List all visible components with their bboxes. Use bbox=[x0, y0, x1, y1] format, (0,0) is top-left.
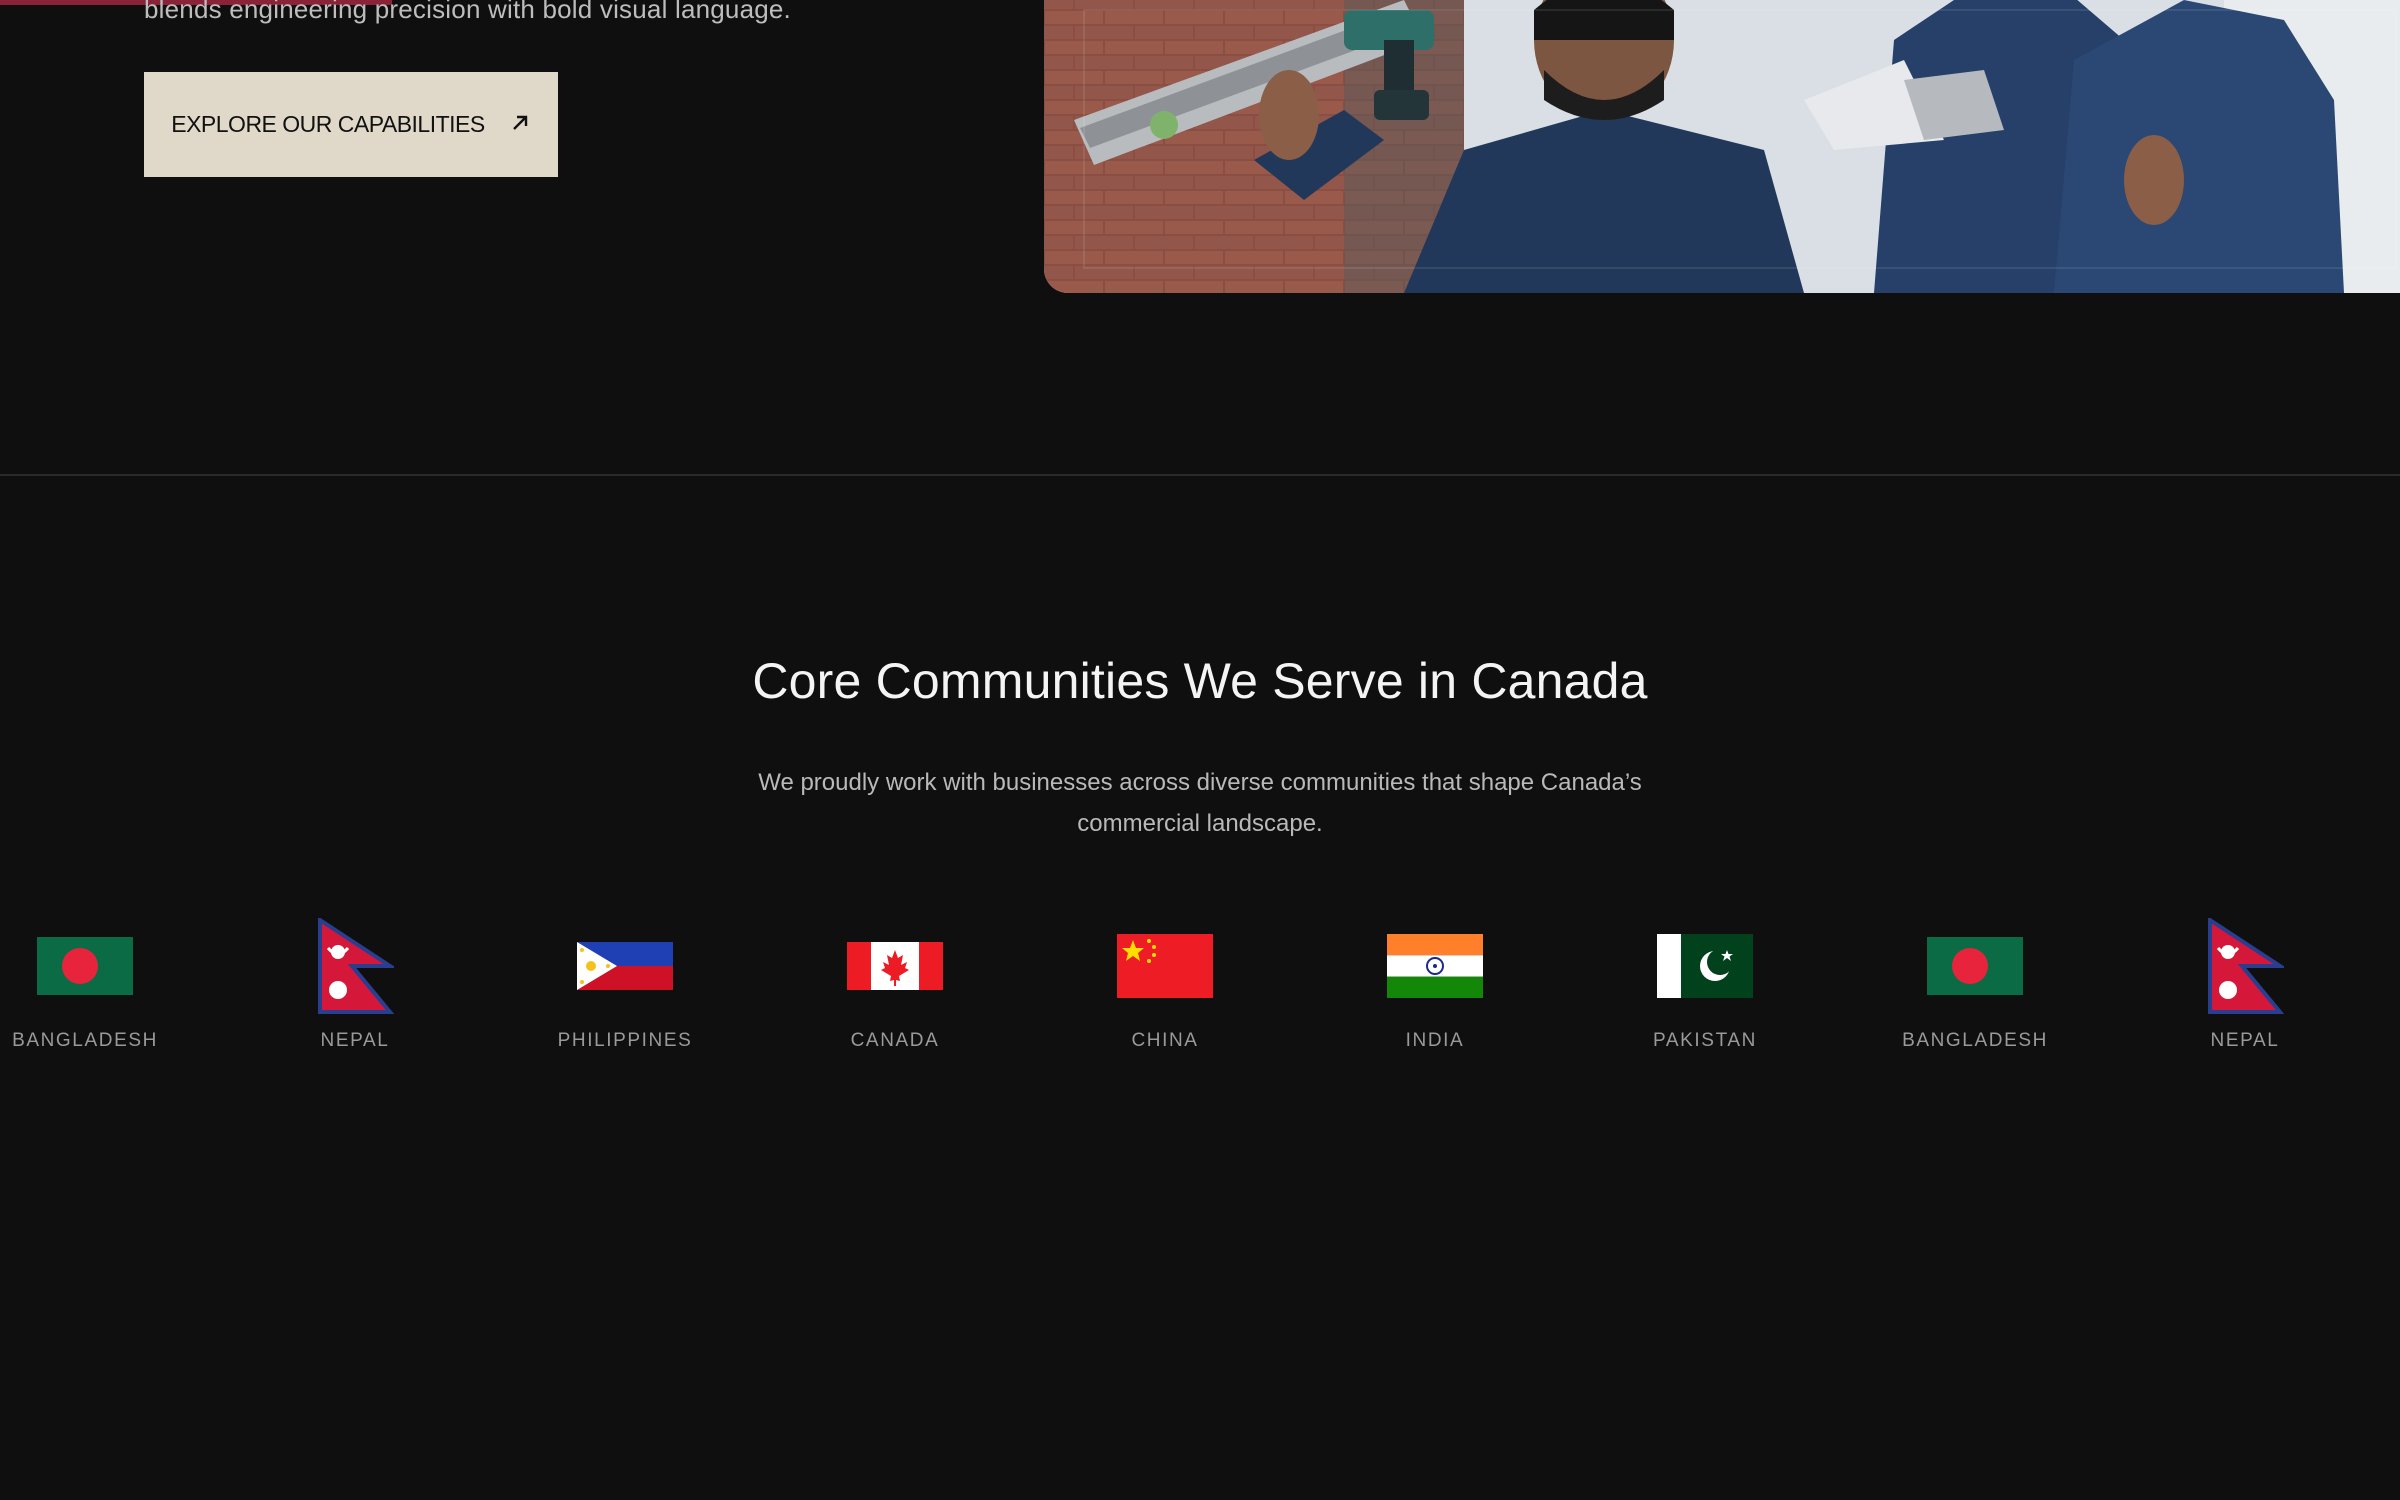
china-flag-icon bbox=[1115, 916, 1215, 1016]
nepal-flag-icon bbox=[305, 916, 405, 1016]
flag-label: NEPAL bbox=[320, 1030, 390, 1051]
flag-item-philippines: PHILIPPINES bbox=[525, 916, 725, 1052]
nepal-flag-icon bbox=[2195, 916, 2295, 1016]
flag-item-pakistan: PAKISTAN bbox=[1605, 916, 1805, 1052]
flag-label: BANGLADESH bbox=[12, 1030, 158, 1051]
communities-subtitle: We proudly work with businesses across d… bbox=[758, 769, 1642, 837]
flags-carousel: BANGLADESH NEPAL PHILIPPINES CANADA CHIN… bbox=[0, 916, 2400, 1066]
flag-label: NEPAL bbox=[2210, 1030, 2280, 1051]
hero-image-workers bbox=[1044, 0, 2400, 293]
philippines-flag-icon bbox=[575, 916, 675, 1016]
bangladesh-flag-icon bbox=[35, 916, 135, 1016]
flag-label: PAKISTAN bbox=[1653, 1030, 1757, 1051]
flag-item-china: CHINA bbox=[1065, 916, 1265, 1052]
arrow-up-right-icon bbox=[509, 112, 531, 138]
bangladesh-flag-icon bbox=[1925, 916, 2025, 1016]
flag-label: BANGLADESH bbox=[1902, 1030, 2048, 1051]
flag-item-nepal: NEPAL bbox=[255, 916, 455, 1052]
india-flag-icon bbox=[1385, 916, 1485, 1016]
flag-label: INDIA bbox=[1405, 1030, 1465, 1051]
flag-label: PHILIPPINES bbox=[557, 1030, 693, 1051]
flag-label: CANADA bbox=[850, 1030, 940, 1051]
pakistan-flag-icon bbox=[1655, 916, 1755, 1016]
explore-capabilities-button[interactable]: EXPLORE OUR CAPABILITIES bbox=[144, 72, 558, 177]
canada-flag-icon bbox=[845, 916, 945, 1016]
cta-label: EXPLORE OUR CAPABILITIES bbox=[171, 111, 485, 137]
flag-item-canada: CANADA bbox=[795, 916, 995, 1052]
flag-item-india: INDIA bbox=[1335, 916, 1535, 1052]
flag-label: CHINA bbox=[1131, 1030, 1199, 1051]
section-divider bbox=[0, 474, 2400, 476]
communities-title: Core Communities We Serve in Canada bbox=[752, 653, 1648, 709]
flag-item-bangladesh: BANGLADESH bbox=[0, 916, 185, 1052]
flag-item-bangladesh: BANGLADESH bbox=[1875, 916, 2075, 1052]
flag-item-nepal: NEPAL bbox=[2145, 916, 2345, 1052]
hero-text: blends engineering precision with bold v… bbox=[144, 0, 791, 24]
